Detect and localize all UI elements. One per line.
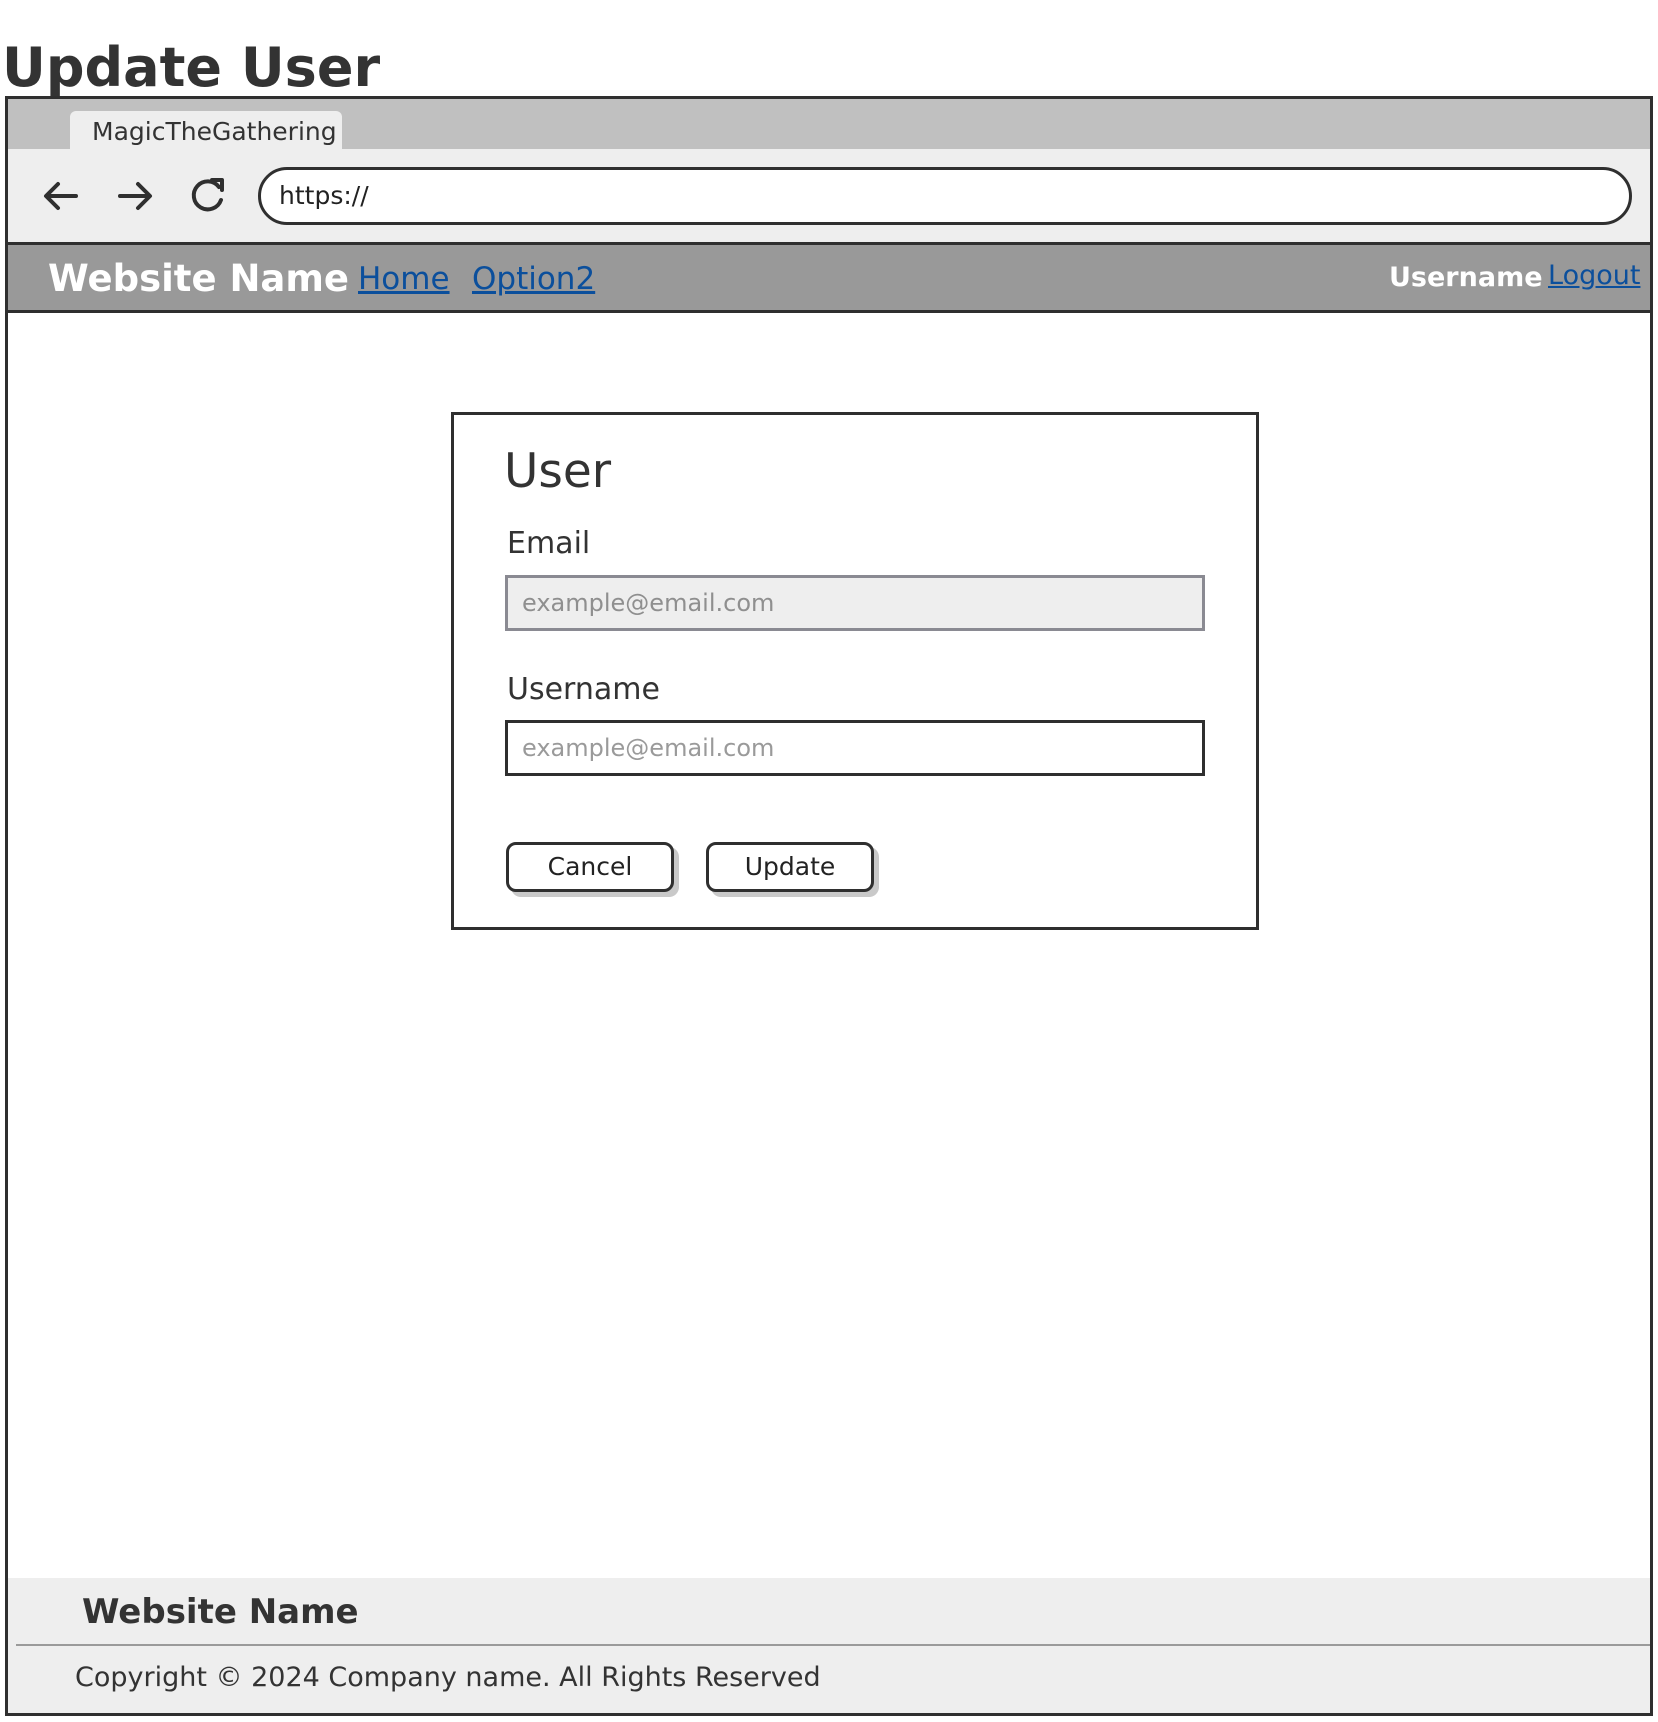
tab-strip: MagicTheGathering [8, 99, 1650, 149]
email-label: Email [507, 526, 591, 561]
url-bar[interactable]: https:// [258, 167, 1632, 225]
nav-username: Username [1389, 262, 1543, 293]
email-field [505, 575, 1205, 631]
user-form-card: User Email Username Cancel Update [451, 412, 1259, 930]
footer-divider [16, 1644, 1650, 1646]
nav-link-option2[interactable]: Option2 [472, 260, 595, 298]
reload-icon[interactable] [185, 173, 231, 219]
footer-copyright: Copyright © 2024 Company name. All Right… [75, 1662, 821, 1693]
footer-brand: Website Name [82, 1592, 359, 1632]
logout-link[interactable]: Logout [1548, 259, 1640, 293]
footer: Website Name Copyright © 2024 Company na… [8, 1578, 1650, 1713]
username-label: Username [507, 672, 660, 707]
site-navbar: Website Name Home Option2 Username Logou… [8, 245, 1650, 313]
update-button[interactable]: Update [706, 842, 874, 892]
page-title: Update User [2, 36, 381, 100]
browser-tab[interactable]: MagicTheGathering [70, 111, 342, 149]
arrow-left-icon[interactable] [38, 173, 84, 219]
browser-toolbar: https:// [8, 149, 1650, 245]
form-title: User [504, 444, 612, 499]
site-brand[interactable]: Website Name [48, 257, 349, 301]
browser-window: MagicTheGathering https:// Website Name … [5, 96, 1653, 1716]
cancel-button[interactable]: Cancel [506, 842, 674, 892]
arrow-right-icon[interactable] [112, 173, 158, 219]
nav-link-home[interactable]: Home [358, 260, 450, 298]
username-field[interactable] [505, 720, 1205, 776]
